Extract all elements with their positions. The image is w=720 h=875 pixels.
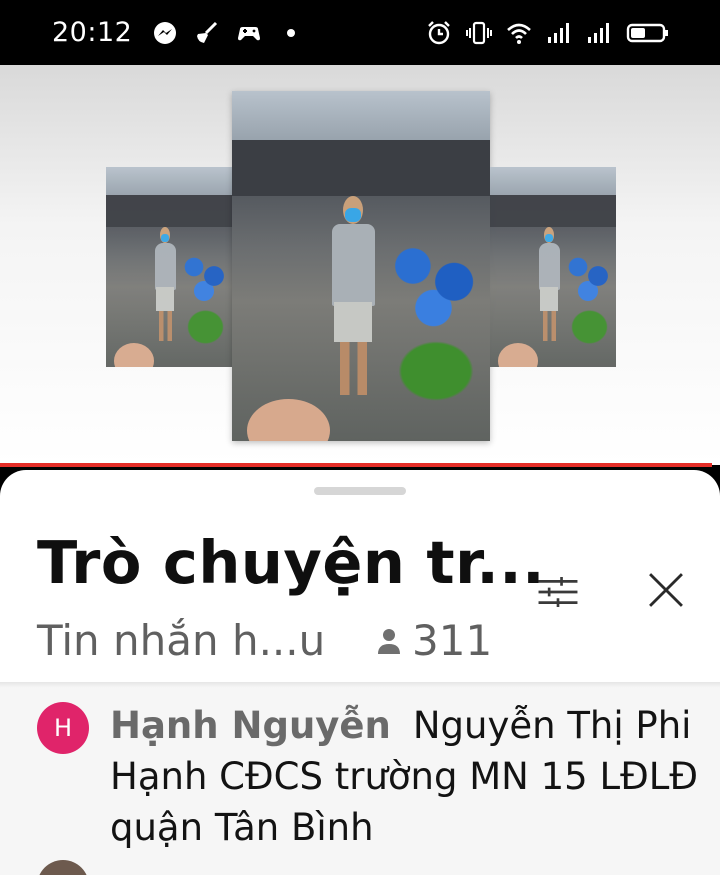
status-bar: 20:12 xyxy=(0,0,720,65)
message-author[interactable]: Hạnh Nguyễn xyxy=(110,704,391,747)
signal-icon xyxy=(546,20,572,46)
chat-title[interactable]: Trò chuyện tr... xyxy=(37,528,545,597)
viewer-count-value: 311 xyxy=(412,616,493,665)
system-icons xyxy=(426,20,670,46)
close-button[interactable] xyxy=(640,564,692,616)
close-icon xyxy=(649,573,683,607)
alarm-icon xyxy=(426,20,452,46)
messenger-icon xyxy=(152,20,178,46)
video-progress-bar[interactable] xyxy=(0,463,712,467)
avatar[interactable]: H xyxy=(37,702,89,754)
message-body: Hạnh Nguyễn Nguyễn Thị Phi Hạnh CĐCS trườ… xyxy=(110,700,700,853)
chat-message[interactable]: H Hạnh Nguyễn Nguyễn Thị Phi Hạnh CĐCS tr… xyxy=(0,688,720,875)
video-frame xyxy=(232,91,490,441)
video-thumbnail-right xyxy=(490,167,616,367)
vibrate-icon xyxy=(466,20,492,46)
battery-icon xyxy=(626,20,670,46)
video-thumbnail-left xyxy=(106,167,232,367)
drag-handle[interactable] xyxy=(314,487,406,495)
sliders-icon xyxy=(538,576,578,608)
signal-icon xyxy=(586,20,612,46)
person-icon xyxy=(376,626,402,656)
status-time: 20:12 xyxy=(52,17,133,48)
notification-icons xyxy=(152,20,304,46)
wifi-icon xyxy=(506,20,532,46)
dot-icon xyxy=(278,20,304,46)
broom-icon xyxy=(194,20,220,46)
avatar[interactable] xyxy=(37,860,89,875)
live-chat-panel: Trò chuyện tr... Tin nhắn h...u 311 H Hạ… xyxy=(0,470,720,875)
gamepad-icon xyxy=(236,20,262,46)
video-player[interactable] xyxy=(0,65,720,465)
viewer-count: 311 xyxy=(376,616,492,665)
chat-mode-selector[interactable]: Tin nhắn h...u xyxy=(37,616,325,665)
filter-button[interactable] xyxy=(532,566,584,618)
